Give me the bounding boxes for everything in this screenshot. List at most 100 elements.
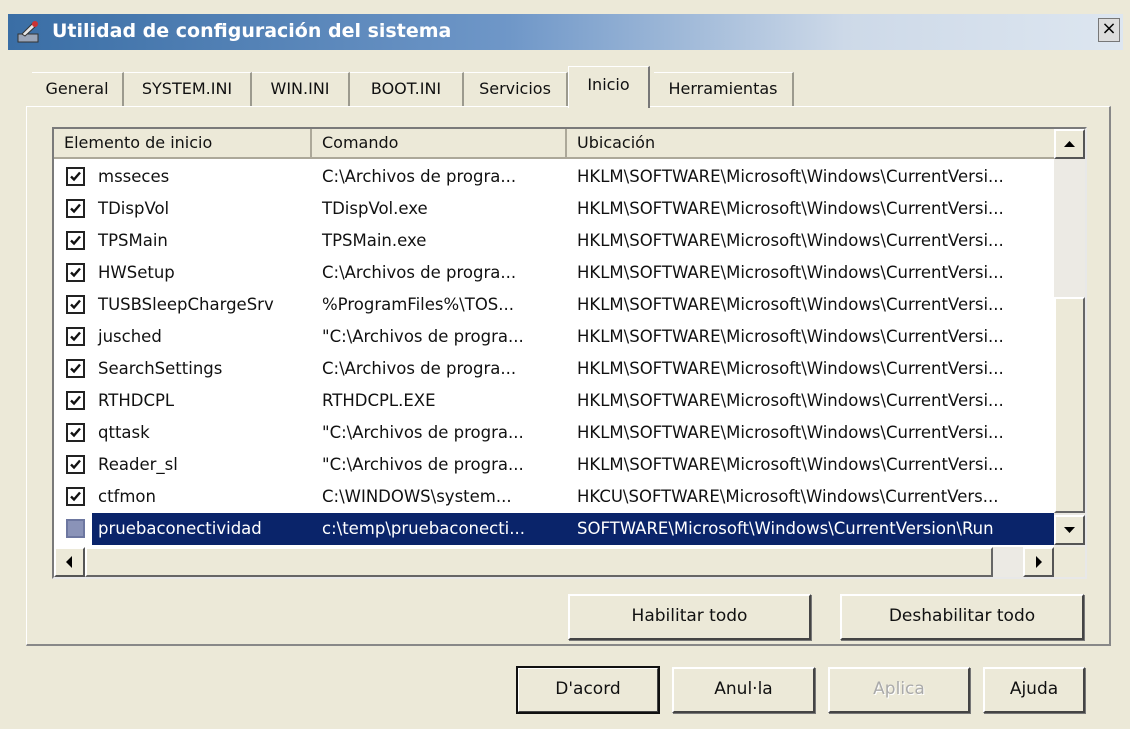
table-row[interactable]: qttask "C:\Archivos de progra... HKLM\SOFT… [54,417,1056,449]
scroll-left-button[interactable] [54,547,85,577]
cell-startup-item: Reader_sl [98,455,178,474]
startup-list[interactable]: Elemento de inicio Comando Ubicación mss… [52,127,1087,579]
msconfig-icon [17,21,39,43]
cancel-button[interactable]: Anul·la [672,667,815,713]
table-row[interactable]: TPSMain TPSMain.exe HKLM\SOFTWARE\Microsof… [54,225,1056,257]
help-button[interactable]: Ajuda [983,667,1085,713]
table-row[interactable]: pruebaconectividad c:\temp\pruebaconecti.… [54,513,1056,545]
cell-startup-item: pruebaconectividad [92,513,312,545]
cell-location: HKLM\SOFTWARE\Microsoft\Windows\CurrentV… [577,231,1004,250]
checkbox-checked[interactable] [66,295,85,314]
cell-command: C:\Archivos de progra... [322,167,517,186]
checkmark-icon [70,459,81,470]
checkbox-checked[interactable] [66,455,85,474]
checkbox-unchecked[interactable] [66,519,85,538]
cell-startup-item: SearchSettings [98,359,223,378]
cell-location: HKLM\SOFTWARE\Microsoft\Windows\CurrentV… [577,327,1004,346]
tab-inicio[interactable]: Inicio [568,66,650,108]
cell-location: HKLM\SOFTWARE\Microsoft\Windows\CurrentV… [577,423,1004,442]
cell-command: "C:\Archivos de progra... [322,327,524,346]
window-title: Utilidad de configuración del sistema [52,20,452,42]
ok-button[interactable]: D'acord [516,666,660,714]
checkbox-checked[interactable] [66,263,85,282]
column-header-startup-item[interactable]: Elemento de inicio [54,129,312,159]
cell-location: HKLM\SOFTWARE\Microsoft\Windows\CurrentV… [577,295,1004,314]
checkbox-checked[interactable] [66,391,85,410]
cell-command: "C:\Archivos de progra... [322,455,524,474]
arrow-left-icon [66,556,72,568]
column-header-command[interactable]: Comando [312,129,567,159]
table-row[interactable]: TUSBSleepChargeSrv %ProgramFiles%\TOS... H… [54,289,1056,321]
enable-all-button[interactable]: Habilitar todo [568,594,811,640]
vertical-scrollbar[interactable] [1054,129,1085,547]
cell-location: SOFTWARE\Microsoft\Windows\CurrentVersio… [567,513,1056,545]
title-bar[interactable]: Utilidad de configuración del sistema [8,14,1123,50]
checkmark-icon [70,331,81,342]
cell-startup-item: jusched [98,327,162,346]
vertical-scroll-thumb[interactable] [1054,297,1085,513]
cell-command: TDispVol.exe [322,199,428,218]
table-row[interactable]: jusched "C:\Archivos de progra... HKLM\SOF… [54,321,1056,353]
cell-location: HKLM\SOFTWARE\Microsoft\Windows\CurrentV… [577,263,1004,282]
tab-herramientas[interactable]: Herramientas [654,72,794,106]
arrow-right-icon [1036,556,1042,568]
cell-location: HKLM\SOFTWARE\Microsoft\Windows\CurrentV… [577,455,1004,474]
cell-startup-item: qttask [98,423,150,442]
checkbox-checked[interactable] [66,231,85,250]
cell-startup-item: HWSetup [98,263,175,282]
cell-startup-item: TDispVol [98,199,170,218]
scroll-down-button[interactable] [1054,515,1085,545]
checkmark-icon [70,235,81,246]
scroll-up-button[interactable] [1054,129,1085,159]
cell-location: HKLM\SOFTWARE\Microsoft\Windows\CurrentV… [577,167,1004,186]
system-config-window: Utilidad de configuración del sistema × … [0,0,1130,729]
horizontal-scrollbar[interactable] [54,547,1054,577]
cell-location: HKCU\SOFTWARE\Microsoft\Windows\CurrentV… [577,487,999,506]
table-row[interactable]: SearchSettings C:\Archivos de progra... HK… [54,353,1056,385]
checkbox-checked[interactable] [66,359,85,378]
cell-command: %ProgramFiles%\TOS... [322,295,515,314]
cell-startup-item: msseces [98,167,170,186]
checkmark-icon [70,491,81,502]
cell-startup-item: TPSMain [98,231,168,250]
arrow-down-icon [1064,527,1075,533]
tab-system-ini[interactable]: SYSTEM.INI [124,72,252,106]
scrollbar-corner [1054,547,1085,577]
cell-startup-item: TUSBSleepChargeSrv [98,295,274,314]
checkbox-checked[interactable] [66,167,85,186]
cell-command: "C:\Archivos de progra... [322,423,524,442]
checkbox-checked[interactable] [66,199,85,218]
cell-startup-item: ctfmon [98,487,156,506]
apply-button[interactable]: Aplica [828,667,970,713]
column-header-location[interactable]: Ubicación [567,129,1056,159]
checkmark-icon [70,171,81,182]
scroll-right-button[interactable] [1023,547,1054,577]
tab-win-ini[interactable]: WIN.INI [252,72,350,106]
arrow-up-icon [1064,141,1075,147]
close-button[interactable]: × [1098,18,1120,42]
disable-all-button[interactable]: Deshabilitar todo [840,594,1084,640]
tab-general[interactable]: General [32,72,124,106]
table-row[interactable]: RTHDCPL RTHDCPL.EXE HKLM\SOFTWARE\Microsof… [54,385,1056,417]
checkbox-checked[interactable] [66,327,85,346]
tab-boot-ini[interactable]: BOOT.INI [350,72,464,106]
checkmark-icon [70,267,81,278]
cell-command: C:\Archivos de progra... [322,263,517,282]
table-row[interactable]: TDispVol TDispVol.exe HKLM\SOFTWARE\Micros… [54,193,1056,225]
cell-command: TPSMain.exe [322,231,427,250]
tab-servicios[interactable]: Servicios [464,72,568,106]
cell-location: HKLM\SOFTWARE\Microsoft\Windows\CurrentV… [577,359,1004,378]
table-row[interactable]: Reader_sl "C:\Archivos de progra... HKLM\S… [54,449,1056,481]
checkbox-checked[interactable] [66,487,85,506]
table-row[interactable]: ctfmon C:\WINDOWS\system... HKCU\SOFTWARE\… [54,481,1056,513]
checkmark-icon [70,395,81,406]
table-row[interactable]: msseces C:\Archivos de progra... HKLM\SOFT… [54,161,1056,193]
table-row[interactable]: HWSetup C:\Archivos de progra... HKLM\SOFT… [54,257,1056,289]
cell-command: C:\WINDOWS\system... [322,487,512,506]
cell-command: RTHDCPL.EXE [322,391,436,410]
checkmark-icon [70,363,81,374]
horizontal-scroll-thumb[interactable] [85,547,993,577]
checkbox-checked[interactable] [66,423,85,442]
cell-location: HKLM\SOFTWARE\Microsoft\Windows\CurrentV… [577,199,1004,218]
checkmark-icon [70,299,81,310]
